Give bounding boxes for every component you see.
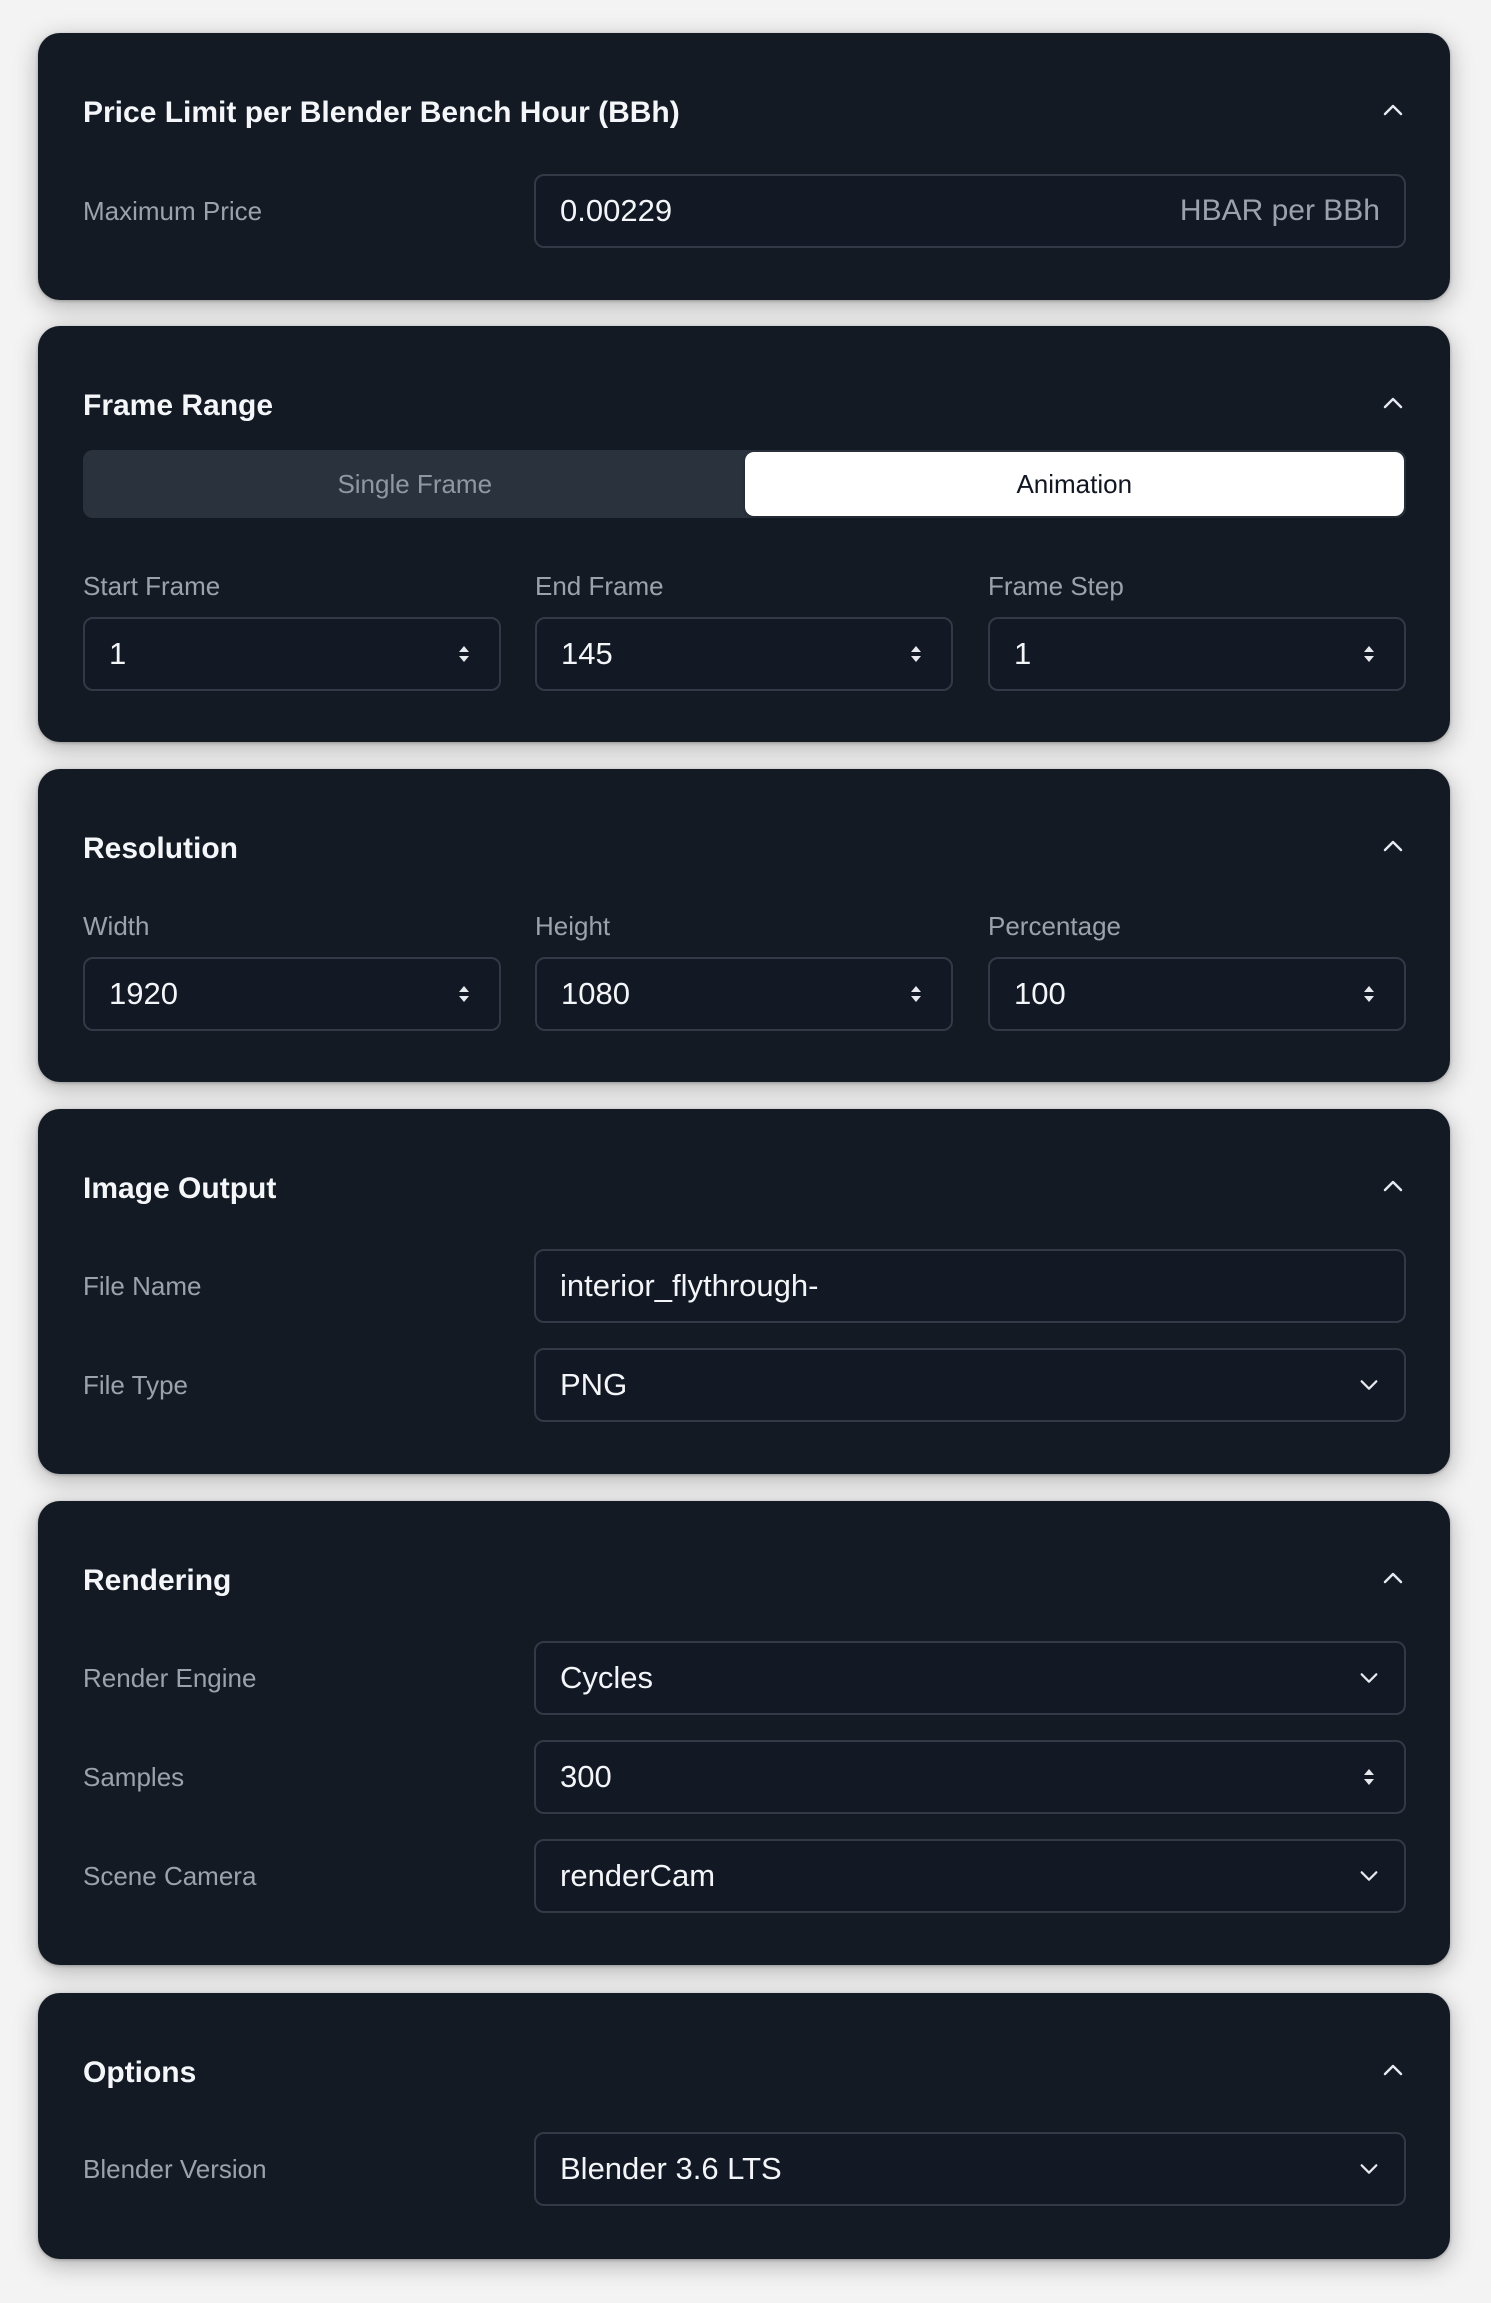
- end-frame-value[interactable]: 145: [561, 636, 905, 672]
- end-frame-stepper[interactable]: 145: [535, 617, 953, 691]
- resolution-card: Resolution Width Height Percentage 1920 …: [38, 769, 1450, 1082]
- up-down-arrows-icon[interactable]: [1358, 641, 1380, 667]
- options-title: Options: [83, 2056, 197, 2089]
- percentage-value[interactable]: 100: [1014, 976, 1358, 1012]
- max-price-value[interactable]: 0.00229: [560, 193, 1180, 229]
- image-output-title: Image Output: [83, 1172, 277, 1205]
- rendering-card: Rendering Render Engine Cycles Samples 3…: [38, 1501, 1450, 1965]
- chevron-down-icon[interactable]: [1358, 2156, 1380, 2182]
- scene-camera-select[interactable]: renderCam: [534, 1839, 1406, 1913]
- end-frame-label: End Frame: [535, 571, 664, 601]
- blender-version-value[interactable]: Blender 3.6 LTS: [560, 2151, 1358, 2187]
- blender-version-label: Blender Version: [83, 2154, 267, 2184]
- file-type-value[interactable]: PNG: [560, 1367, 1358, 1403]
- height-stepper[interactable]: 1080: [535, 957, 953, 1031]
- percentage-label: Percentage: [988, 911, 1121, 941]
- render-engine-select[interactable]: Cycles: [534, 1641, 1406, 1715]
- render-engine-label: Render Engine: [83, 1663, 257, 1693]
- width-stepper[interactable]: 1920: [83, 957, 501, 1031]
- max-price-input[interactable]: 0.00229 HBAR per BBh: [534, 174, 1406, 248]
- image-output-card: Image Output File Name interior_flythrou…: [38, 1109, 1450, 1474]
- frame-step-stepper[interactable]: 1: [988, 617, 1406, 691]
- frame-step-label: Frame Step: [988, 571, 1124, 601]
- height-label: Height: [535, 911, 611, 941]
- up-down-arrows-icon[interactable]: [1358, 981, 1380, 1007]
- up-down-arrows-icon[interactable]: [905, 981, 927, 1007]
- chevron-down-icon[interactable]: [1358, 1863, 1380, 1889]
- up-down-arrows-icon[interactable]: [905, 641, 927, 667]
- price-limit-title: Price Limit per Blender Bench Hour (BBh): [83, 96, 680, 129]
- chevron-up-icon[interactable]: [1378, 95, 1408, 125]
- frame-step-value[interactable]: 1: [1014, 636, 1358, 672]
- price-limit-card: Price Limit per Blender Bench Hour (BBh)…: [38, 33, 1450, 300]
- mode-animation[interactable]: Animation: [744, 452, 1404, 516]
- blender-version-select[interactable]: Blender 3.6 LTS: [534, 2132, 1406, 2206]
- mode-single-frame[interactable]: Single Frame: [85, 452, 745, 516]
- height-value[interactable]: 1080: [561, 976, 905, 1012]
- frame-range-card: Frame Range Single Frame Animation Start…: [38, 326, 1450, 742]
- resolution-title: Resolution: [83, 832, 238, 865]
- options-card: Options Blender Version Blender 3.6 LTS: [38, 1993, 1450, 2259]
- file-type-select[interactable]: PNG: [534, 1348, 1406, 1422]
- samples-value[interactable]: 300: [560, 1759, 1358, 1795]
- up-down-arrows-icon[interactable]: [453, 981, 475, 1007]
- samples-label: Samples: [83, 1762, 185, 1792]
- chevron-up-icon[interactable]: [1378, 831, 1408, 861]
- max-price-label: Maximum Price: [83, 196, 263, 226]
- up-down-arrows-icon[interactable]: [453, 641, 475, 667]
- rendering-title: Rendering: [83, 1564, 232, 1597]
- file-type-label: File Type: [83, 1370, 189, 1400]
- width-value[interactable]: 1920: [109, 976, 453, 1012]
- width-label: Width: [83, 911, 150, 941]
- render-engine-value[interactable]: Cycles: [560, 1660, 1358, 1696]
- start-frame-stepper[interactable]: 1: [83, 617, 501, 691]
- scene-camera-value[interactable]: renderCam: [560, 1858, 1358, 1894]
- file-name-value[interactable]: interior_flythrough-: [560, 1268, 1380, 1304]
- chevron-up-icon[interactable]: [1378, 1563, 1408, 1593]
- chevron-up-icon[interactable]: [1378, 2055, 1408, 2085]
- file-name-label: File Name: [83, 1271, 202, 1301]
- scene-camera-label: Scene Camera: [83, 1861, 257, 1891]
- frame-range-title: Frame Range: [83, 389, 274, 422]
- chevron-up-icon[interactable]: [1378, 1171, 1408, 1201]
- chevron-down-icon[interactable]: [1358, 1372, 1380, 1398]
- samples-stepper[interactable]: 300: [534, 1740, 1406, 1814]
- percentage-stepper[interactable]: 100: [988, 957, 1406, 1031]
- start-frame-value[interactable]: 1: [109, 636, 453, 672]
- max-price-unit: HBAR per BBh: [1179, 194, 1380, 227]
- frame-mode-segmented-control: Single Frame Animation: [83, 450, 1406, 518]
- chevron-down-icon[interactable]: [1358, 1665, 1380, 1691]
- file-name-input[interactable]: interior_flythrough-: [534, 1249, 1406, 1323]
- chevron-up-icon[interactable]: [1378, 388, 1408, 418]
- start-frame-label: Start Frame: [83, 571, 221, 601]
- up-down-arrows-icon[interactable]: [1358, 1764, 1380, 1790]
